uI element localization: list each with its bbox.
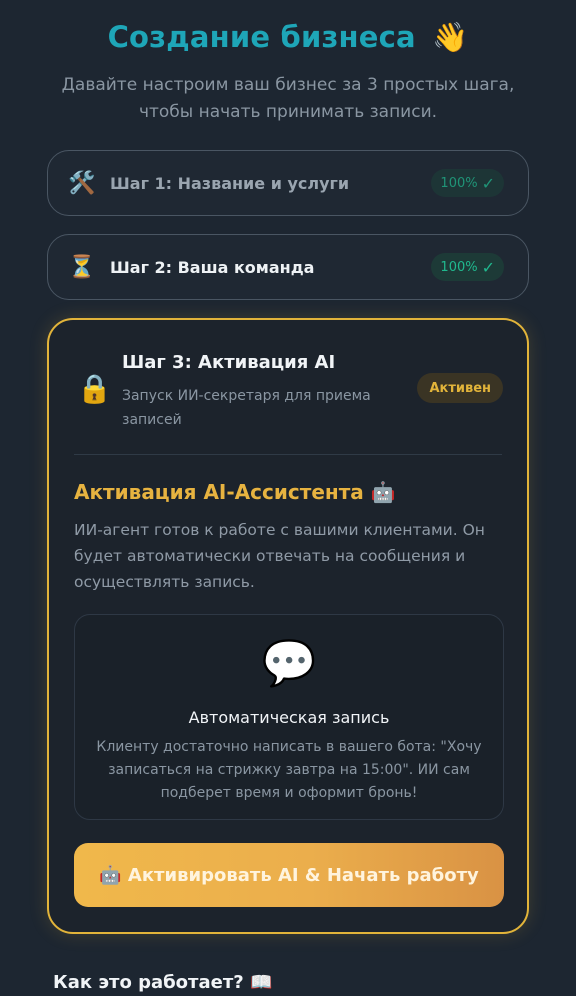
page-subtitle: Давайте настроим ваш бизнес за 3 простых… xyxy=(61,75,515,122)
auto-booking-feature: 💬 Автоматическая запись Клиенту достаточ… xyxy=(74,614,504,820)
check-icon: ✓ xyxy=(481,173,495,193)
business-setup-page: Создание бизнеса 👋 Давайте настроим ваш … xyxy=(0,0,576,996)
check-icon: ✓ xyxy=(481,257,495,277)
hourglass-icon: ⏳ xyxy=(68,254,96,280)
step-1-card[interactable]: 🛠️ Шаг 1: Название и услуги 100% ✓ xyxy=(47,150,529,216)
step-3-card: 🔒 Шаг 3: Активация AI Запуск ИИ-секретар… xyxy=(47,318,529,934)
how-it-works-heading: Как это работает? 📖 xyxy=(53,972,273,993)
feature-text: Клиенту достаточно написать в вашего бот… xyxy=(96,739,482,801)
step-3-description: Запуск ИИ-секретаря для приема записей xyxy=(122,388,371,428)
waving-hand-icon: 👋 xyxy=(432,20,469,54)
step-1-status-text: 100% xyxy=(440,175,478,191)
status-badge: Активен xyxy=(417,373,503,403)
page-title: Создание бизнеса 👋 xyxy=(0,20,576,55)
speech-bubble-icon: 💬 xyxy=(261,638,317,689)
step-3-title: Шаг 3: Активация AI xyxy=(122,352,336,373)
feature-title: Автоматическая запись xyxy=(188,708,390,727)
divider xyxy=(74,454,502,455)
tools-icon: 🛠️ xyxy=(68,170,96,196)
step-2-label: Шаг 2: Ваша команда xyxy=(110,257,315,277)
page-title-text: Создание бизнеса xyxy=(107,20,416,54)
ai-assistant-title: Активация AI-Ассистента 🤖 xyxy=(74,480,396,504)
lock-icon: 🔒 xyxy=(77,372,112,405)
step-2-card[interactable]: ⏳ Шаг 2: Ваша команда 100% ✓ xyxy=(47,234,529,300)
activate-ai-button[interactable]: 🤖 Активировать AI & Начать работу xyxy=(74,843,504,907)
step-2-status-text: 100% xyxy=(440,259,478,275)
step-1-status-badge: 100% ✓ xyxy=(431,169,504,197)
ai-assistant-text: ИИ-агент готов к работе с вашими клиента… xyxy=(74,521,485,591)
step-2-status-badge: 100% ✓ xyxy=(431,253,504,281)
step-1-label: Шаг 1: Название и услуги xyxy=(110,173,350,193)
